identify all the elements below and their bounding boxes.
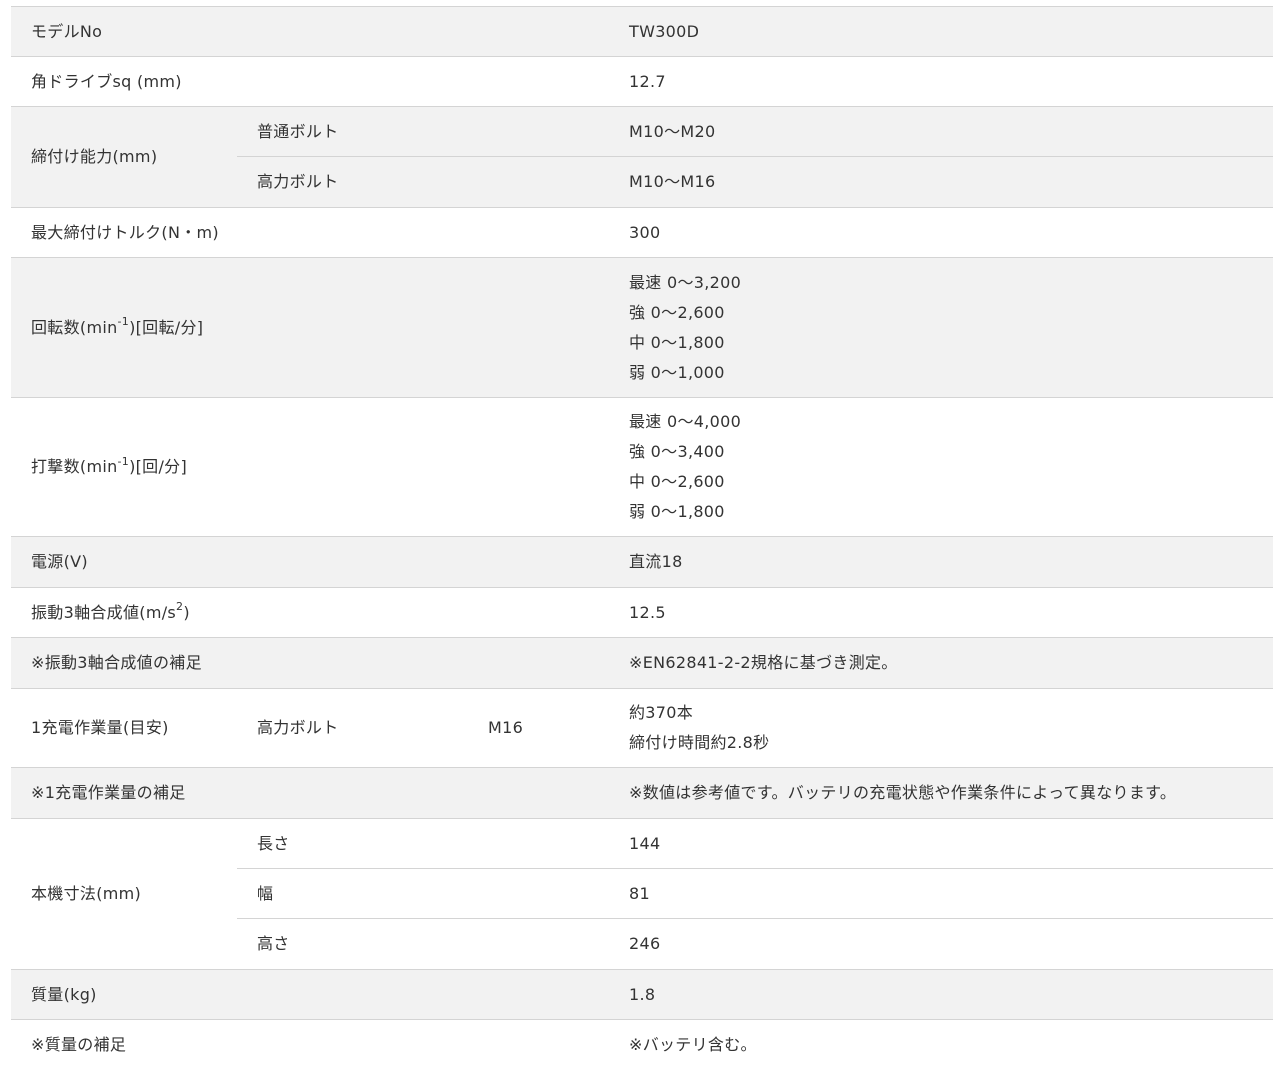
mass-note-label: ※質量の補足	[11, 1019, 608, 1070]
square-drive-label: 角ドライブsq (mm)	[11, 56, 608, 107]
mass-value: 1.8	[608, 969, 1273, 1020]
capacity-standard-label: 普通ボルト	[237, 106, 608, 157]
row-ipm: 打撃数(min-1)[回/分] 最速 0〜4,000 強 0〜3,400 中 0…	[11, 397, 1273, 537]
work-bolt-size: M16	[468, 688, 608, 768]
vibration-note-label: ※振動3軸合成値の補足	[11, 637, 608, 689]
row-square-drive: 角ドライブsq (mm) 12.7	[11, 56, 1273, 107]
row-work-note: ※1充電作業量の補足 ※数値は参考値です。バッテリの充電状態や作業条件によって異…	[11, 767, 1273, 819]
vibration-value: 12.5	[608, 587, 1273, 638]
rpm-label-unit: )[回転/分]	[129, 317, 204, 337]
vibration-note-value: ※EN62841-2-2規格に基づき測定。	[608, 637, 1273, 689]
work-value-time: 締付け時間約2.8秒	[629, 733, 770, 752]
height-value: 246	[608, 918, 1273, 970]
length-value: 144	[608, 818, 1273, 869]
work-bolt-label: 高力ボルト	[237, 688, 468, 768]
work-note-label: ※1充電作業量の補足	[11, 767, 608, 819]
rpm-value-mid: 中 0〜1,800	[629, 332, 725, 352]
ipm-value-high: 強 0〜3,400	[629, 442, 725, 461]
ipm-value-low: 弱 0〜1,800	[629, 502, 725, 521]
dimensions-label: 本機寸法(mm)	[11, 818, 237, 970]
ipm-label-text: 打撃数(min	[31, 457, 118, 476]
row-rpm: 回転数(min-1)[回転/分] 最速 0〜3,200 強 0〜2,600 中 …	[11, 257, 1273, 398]
work-value-count: 約370本	[629, 703, 694, 722]
rpm-label: 回転数(min-1)[回転/分]	[11, 257, 608, 398]
length-label: 長さ	[237, 818, 608, 869]
model-value: TW300D	[608, 6, 1273, 57]
work-label: 1充電作業量(目安)	[11, 688, 237, 768]
work-values: 約370本 締付け時間約2.8秒	[608, 688, 1273, 768]
rpm-value-high: 強 0〜2,600	[629, 302, 725, 322]
row-work: 1充電作業量(目安) 高力ボルト M16 約370本 締付け時間約2.8秒	[11, 688, 1273, 768]
ipm-label: 打撃数(min-1)[回/分]	[11, 397, 608, 537]
power-value: 直流18	[608, 536, 1273, 588]
vibration-label-text: 振動3軸合成値(m/s	[31, 602, 177, 622]
capacity-standard-value: M10〜M20	[608, 106, 1273, 157]
max-torque-value: 300	[608, 207, 1273, 258]
row-vibration-note: ※振動3軸合成値の補足 ※EN62841-2-2規格に基づき測定。	[11, 637, 1273, 689]
row-power: 電源(V) 直流18	[11, 536, 1273, 588]
ipm-label-sup: -1	[117, 454, 130, 468]
rpm-label-text: 回転数(min	[31, 317, 118, 337]
mass-label: 質量(kg)	[11, 969, 608, 1020]
max-torque-label: 最大締付けトルク(N・m)	[11, 207, 608, 258]
power-label: 電源(V)	[11, 536, 608, 588]
vibration-label-sup: 2	[176, 600, 184, 614]
ipm-value-max: 最速 0〜4,000	[629, 412, 742, 431]
row-capacity-standard: 締付け能力(mm) 普通ボルト M10〜M20	[11, 106, 1273, 208]
vibration-label: 振動3軸合成値(m/s2)	[11, 587, 608, 638]
row-mass: 質量(kg) 1.8	[11, 969, 1273, 1020]
rpm-value-max: 最速 0〜3,200	[629, 272, 742, 292]
width-value: 81	[608, 868, 1273, 919]
row-model: モデルNo TW300D	[11, 6, 1273, 57]
ipm-value-mid: 中 0〜2,600	[629, 472, 725, 491]
height-label: 高さ	[237, 918, 608, 970]
rpm-value-low: 弱 0〜1,000	[629, 362, 725, 382]
capacity-label: 締付け能力(mm)	[11, 106, 237, 208]
capacity-high-label: 高力ボルト	[237, 156, 608, 208]
model-label: モデルNo	[11, 6, 608, 57]
mass-note-value: ※バッテリ含む。	[608, 1019, 1273, 1070]
row-max-torque: 最大締付けトルク(N・m) 300	[11, 207, 1273, 258]
vibration-label-close: )	[183, 602, 190, 622]
row-mass-note: ※質量の補足 ※バッテリ含む。	[11, 1019, 1273, 1070]
rpm-values: 最速 0〜3,200 強 0〜2,600 中 0〜1,800 弱 0〜1,000	[608, 257, 1273, 398]
ipm-label-unit: )[回/分]	[129, 457, 188, 476]
row-length: 本機寸法(mm) 長さ 144	[11, 818, 1273, 970]
spec-table: モデルNo TW300D 角ドライブsq (mm) 12.7 締付け能力(mm)…	[11, 6, 1273, 1070]
row-vibration: 振動3軸合成値(m/s2) 12.5	[11, 587, 1273, 638]
work-note-value: ※数値は参考値です。バッテリの充電状態や作業条件によって異なります。	[608, 767, 1273, 819]
rpm-label-sup: -1	[117, 315, 130, 329]
square-drive-value: 12.7	[608, 56, 1273, 107]
width-label: 幅	[237, 868, 608, 919]
capacity-high-value: M10〜M16	[608, 156, 1273, 208]
ipm-values: 最速 0〜4,000 強 0〜3,400 中 0〜2,600 弱 0〜1,800	[608, 397, 1273, 537]
